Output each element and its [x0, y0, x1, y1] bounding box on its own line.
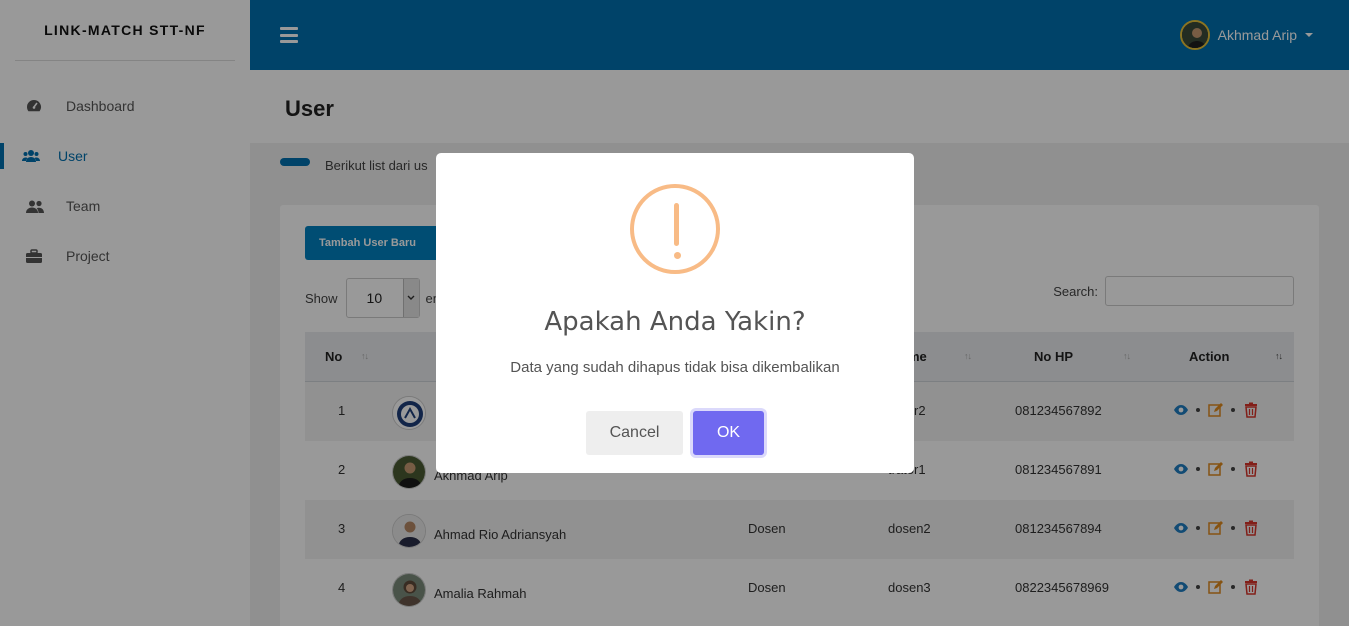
dialog-title: Apakah Anda Yakin?: [544, 307, 806, 337]
warning-icon: [630, 184, 720, 274]
ok-button[interactable]: OK: [693, 411, 764, 455]
dialog-message: Data yang sudah dihapus tidak bisa dikem…: [510, 359, 840, 376]
confirm-dialog: Apakah Anda Yakin? Data yang sudah dihap…: [436, 153, 914, 473]
cancel-button[interactable]: Cancel: [586, 411, 683, 455]
